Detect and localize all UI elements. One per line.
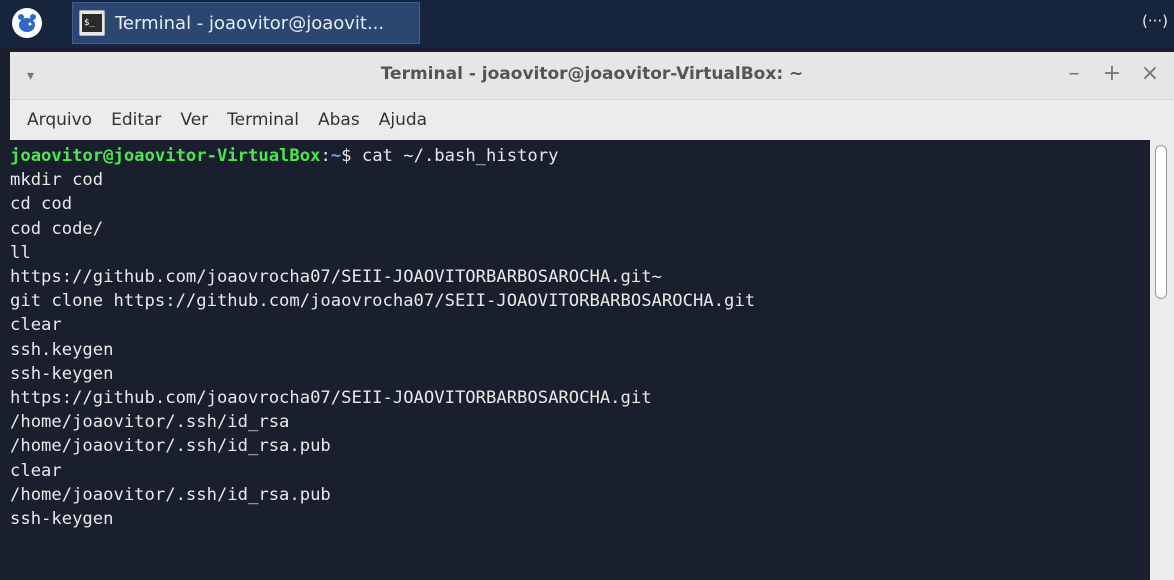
prompt-path: ~: [330, 146, 342, 166]
output-line: /home/joaovitor/.ssh/id_rsa.pub: [10, 484, 331, 505]
output-line: https://github.com/joaovrocha07/SEII-JOA…: [10, 267, 662, 288]
menu-editar[interactable]: Editar: [111, 110, 161, 130]
prompt-user: joaovitor@joaovitor-VirtualBox: [10, 146, 321, 166]
output-line: ssh.keygen: [10, 339, 114, 360]
terminal-icon: $_: [79, 10, 105, 36]
xubuntu-logo-icon[interactable]: [12, 8, 42, 38]
taskbar-task-label: Terminal - joaovitor@joaovit...: [115, 12, 385, 34]
terminal-icon-glyph: $_: [82, 14, 102, 32]
minimize-button[interactable]: –: [1064, 62, 1084, 86]
prompt-command: cat ~/.bash_history: [361, 146, 559, 166]
output-line: cod code/: [10, 218, 104, 239]
output-line: https://github.com/joaovrocha07/SEII-JOA…: [10, 388, 652, 409]
menu-ajuda[interactable]: Ajuda: [379, 110, 427, 130]
close-button[interactable]: ×: [1140, 62, 1160, 86]
menu-abas[interactable]: Abas: [318, 110, 360, 130]
prompt-separator: :: [320, 146, 331, 166]
output-line: /home/joaovitor/.ssh/id_rsa.pub: [10, 436, 331, 457]
mouse-icon: [18, 14, 36, 32]
output-line: clear: [10, 460, 62, 481]
output-line: ssh-keygen: [10, 509, 114, 530]
window-title: Terminal - joaovitor@joaovitor-VirtualBo…: [380, 64, 804, 84]
taskbar-button-terminal[interactable]: $_ Terminal - joaovitor@joaovit...: [72, 2, 420, 44]
window-titlebar[interactable]: ▾ Terminal - joaovitor@joaovitor-Virtual…: [10, 52, 1174, 100]
output-line: mkdir cod: [10, 170, 104, 191]
prompt-line: joaovitor@joaovitor-VirtualBox:~$ cat ~/…: [10, 144, 1150, 168]
notification-indicator[interactable]: (···): [1142, 12, 1168, 30]
top-panel: $_ Terminal - joaovitor@joaovit... (···): [0, 0, 1174, 48]
prompt-symbol: $: [341, 146, 362, 166]
output-line: /home/joaovitor/.ssh/id_rsa: [10, 412, 290, 433]
menu-terminal[interactable]: Terminal: [227, 110, 299, 130]
output-line: ssh-keygen: [10, 363, 114, 384]
maximize-button[interactable]: +: [1102, 62, 1122, 86]
output-line: git clone https://github.com/joaovrocha0…: [10, 291, 756, 312]
terminal-output[interactable]: joaovitor@joaovitor-VirtualBox:~$ cat ~/…: [10, 140, 1150, 580]
menubar: Arquivo Editar Ver Terminal Abas Ajuda: [10, 100, 1174, 140]
window-controls: – + ×: [1064, 62, 1160, 86]
menu-arquivo[interactable]: Arquivo: [27, 110, 92, 130]
scrollbar-thumb[interactable]: [1155, 145, 1167, 299]
output-line: cd cod: [10, 194, 73, 215]
output-line: clear: [10, 315, 62, 336]
terminal-scrollbar[interactable]: [1150, 140, 1174, 580]
output-line: ll: [10, 242, 31, 263]
menu-ver[interactable]: Ver: [180, 110, 208, 130]
